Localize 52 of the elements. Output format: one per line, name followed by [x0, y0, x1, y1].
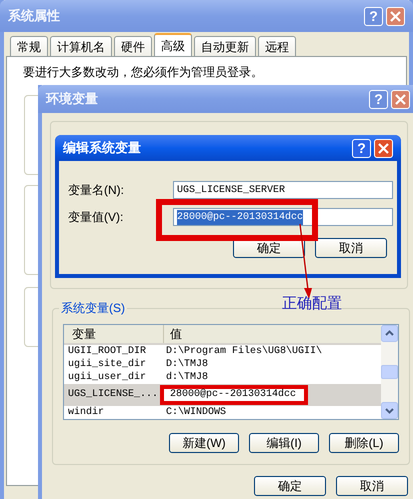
table-cell-text: UGII_ROOT_DIR — [67, 346, 148, 358]
table-cell-text: D:\Program Files\UG8\UGII\ — [165, 346, 322, 358]
window-title: 编辑系统变量 — [63, 139, 141, 158]
dialog-button[interactable]: 删除(L) — [329, 433, 399, 453]
close-icon — [390, 10, 401, 22]
tab[interactable]: 常规 — [10, 36, 48, 56]
scroll-up-icon[interactable] — [381, 325, 398, 342]
notice-text: 要进行大多数改动，您必须作为管理员登录。 — [22, 64, 264, 81]
input-field[interactable]: 28000@pc--20130314dcc — [173, 208, 393, 226]
dialog-button[interactable]: 确定 — [254, 476, 326, 496]
close-button[interactable] — [391, 90, 410, 108]
window-title: 系统属性 — [8, 7, 60, 26]
list-row[interactable]: UGII_ROOT_DIR D:\Program Files\UG8\UGII\ — [64, 345, 381, 358]
table-cell-text: C:\WINDOWS — [165, 406, 226, 418]
tab[interactable]: 高级 — [154, 33, 192, 56]
dialog-button[interactable]: 编辑(I) — [249, 433, 319, 453]
tab[interactable]: 计算机名 — [50, 36, 112, 56]
field-label: 变量名(N): — [68, 182, 125, 199]
table-cell-text: 28000@pc--20130314dcc — [169, 389, 296, 400]
list-row[interactable]: ugii_user_dir d:\TMJ8 — [64, 371, 381, 384]
close-button[interactable] — [386, 6, 405, 26]
field-label: 变量值(V): — [68, 209, 124, 226]
tab[interactable]: 远程 — [258, 36, 296, 56]
table-cell-text: ugii_site_dir — [67, 358, 148, 370]
close-icon — [395, 94, 406, 104]
annotation-text: 正确配置 — [282, 294, 342, 314]
table-cell-text: windir — [67, 406, 106, 418]
window-title: 环境变量 — [46, 90, 98, 108]
scroll-thumb[interactable] — [381, 365, 398, 379]
list-row[interactable]: windir C:\WINDOWS — [64, 406, 381, 419]
list-row[interactable]: ugii_site_dir D:\TMJ8 — [64, 358, 381, 371]
scroll-down-icon[interactable] — [381, 402, 398, 419]
dialog-button[interactable]: 取消 — [336, 476, 408, 496]
input-field[interactable]: UGS_LICENSE_SERVER — [173, 181, 393, 199]
tab[interactable]: 硬件 — [114, 36, 152, 56]
table-cell-text: D:\TMJ8 — [165, 358, 208, 370]
table-cell-text: UGS_LICENSE_... — [67, 389, 160, 401]
field-value: 28000@pc--20130314dcc — [177, 210, 304, 224]
close-button[interactable] — [374, 138, 393, 158]
group-label: 系统变量(S) — [59, 299, 127, 317]
close-icon — [378, 142, 389, 154]
scrollbar[interactable] — [381, 325, 398, 419]
help-button[interactable]: ? — [352, 138, 371, 158]
list-row[interactable]: UGS_LICENSE_... 28000@pc--20130314dcc — [64, 384, 381, 406]
column-header[interactable]: 变量 — [64, 325, 164, 343]
field-value: UGS_LICENSE_SERVER — [177, 184, 286, 198]
tab[interactable]: 自动更新 — [194, 36, 256, 56]
table-cell-text: d:\TMJ8 — [165, 372, 208, 384]
table-cell-text: ugii_user_dir — [67, 372, 148, 384]
dialog-button[interactable]: 新建(W) — [169, 433, 239, 453]
dialog-button[interactable]: 取消 — [315, 238, 387, 258]
column-header[interactable]: 值 — [164, 325, 182, 343]
